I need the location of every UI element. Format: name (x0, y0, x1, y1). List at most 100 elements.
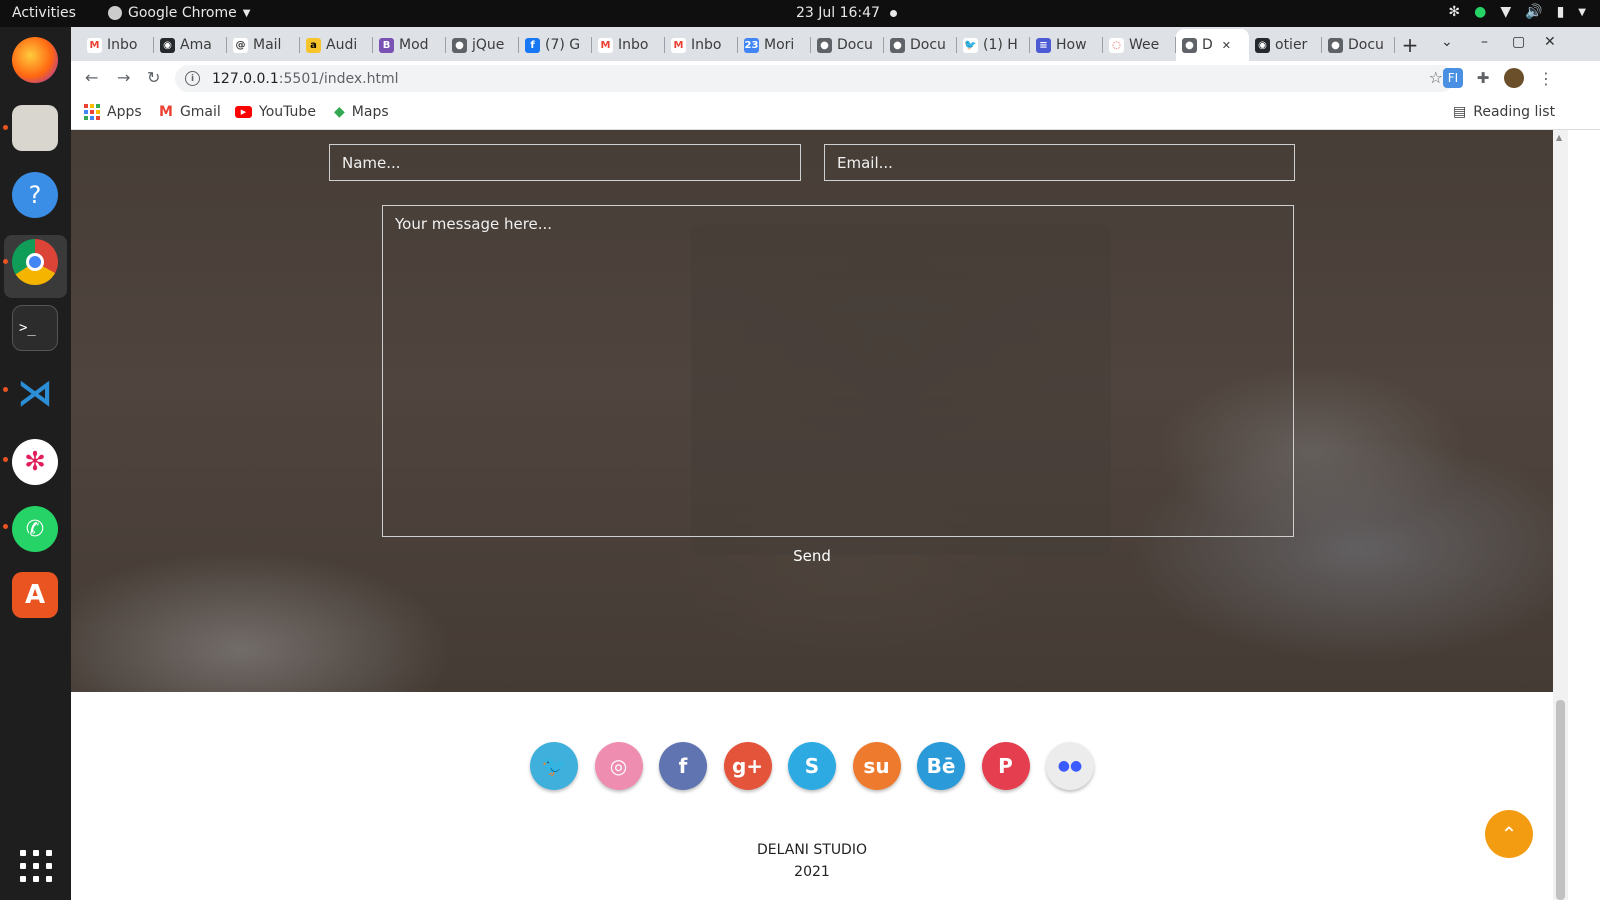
tab-label: Mail (253, 37, 282, 53)
bookmark-youtube[interactable]: ▶ YouTube (235, 104, 316, 120)
globe-icon: ● (1182, 37, 1197, 53)
scroll-to-top-button[interactable]: ⌃ (1485, 810, 1533, 858)
running-indicator (3, 524, 8, 529)
tab-label: otier (1275, 37, 1308, 53)
browser-tab[interactable]: ● jQue (446, 29, 519, 61)
chrome-icon[interactable] (12, 239, 58, 285)
pinterest-icon[interactable]: P (981, 742, 1030, 790)
twitter-icon[interactable]: 🐦 (530, 742, 578, 790)
show-applications-icon[interactable] (20, 850, 52, 882)
back-arrow-icon[interactable]: ← (85, 68, 98, 87)
skype-icon[interactable]: S (788, 742, 836, 790)
tab-strip: M Inbo ◉ Ama @ Mail a Audi B Mod ● jQue f (7) G M Inbo M… (71, 27, 1600, 61)
name-input[interactable] (329, 144, 801, 181)
browser-tab[interactable]: @ Mail (227, 29, 300, 61)
gmail-icon: M (159, 104, 173, 120)
profile-avatar[interactable] (1504, 68, 1524, 88)
power-menu-icon[interactable]: ▼ (1578, 7, 1586, 18)
system-tray[interactable]: ✻ ● ▼ 🔊 ▮ ▼ (1448, 4, 1586, 20)
browser-tab[interactable]: 23 Mori (738, 29, 811, 61)
facebook-icon[interactable]: f (659, 742, 707, 790)
extensions-puzzle-icon[interactable]: ✚ (1473, 68, 1493, 88)
reload-icon[interactable]: ↻ (147, 68, 160, 87)
reading-list-button[interactable]: ▤ Reading list (1453, 104, 1555, 120)
bookmark-apps[interactable]: Apps (84, 104, 142, 120)
close-tab-icon[interactable]: ✕ (1222, 39, 1231, 52)
browser-tab[interactable]: ◉ Ama (154, 29, 227, 61)
scroll-up-arrow-icon[interactable]: ▲ (1556, 133, 1562, 142)
tab-label: Docu (1348, 37, 1384, 53)
software-center-icon[interactable]: A (12, 572, 58, 618)
bookmark-maps[interactable]: ◆ Maps (334, 104, 389, 120)
wifi-icon[interactable]: ▼ (1500, 4, 1511, 20)
app-menu-button[interactable]: Google Chrome ▼ (108, 5, 250, 21)
firefox-icon[interactable] (12, 37, 58, 83)
site-info-icon[interactable]: i (185, 71, 200, 86)
forward-arrow-icon[interactable]: → (117, 68, 130, 87)
volume-icon[interactable]: 🔊 (1525, 4, 1542, 20)
clock[interactable]: 23 Jul 16:47 (796, 5, 880, 21)
behance-icon[interactable]: Bē (917, 742, 965, 790)
browser-tab[interactable]: B Mod (373, 29, 446, 61)
new-tab-button[interactable]: + (1395, 29, 1425, 61)
whatsapp-tray-icon[interactable]: ● (1474, 4, 1486, 20)
browser-tab[interactable]: ● Docu (884, 29, 957, 61)
tab-label: Audi (326, 37, 358, 53)
browser-tab[interactable]: ◉ otier (1249, 29, 1322, 61)
studio-name: DELANI STUDIO (757, 842, 867, 858)
terminal-icon[interactable]: >_ (12, 305, 58, 351)
tab-label: Docu (910, 37, 946, 53)
close-window-button[interactable]: ✕ (1544, 34, 1556, 50)
app-name-label: Google Chrome (128, 5, 237, 21)
files-icon[interactable] (12, 105, 58, 151)
browser-tab[interactable]: M Inbo (81, 29, 154, 61)
vscode-icon[interactable]: ⋊ (12, 370, 58, 416)
email-input[interactable] (824, 144, 1295, 181)
browser-tab[interactable]: a Audi (300, 29, 373, 61)
send-button[interactable]: Send (783, 544, 841, 568)
browser-tab[interactable]: ≡ How (1030, 29, 1103, 61)
bookmark-gmail[interactable]: M Gmail (159, 104, 221, 120)
tab-label: Inbo (691, 37, 722, 53)
slack-icon[interactable]: ✻ (12, 439, 58, 485)
browser-tab[interactable]: 🐦 (1) H (957, 29, 1030, 61)
contact-section: Send (71, 130, 1553, 692)
stumbleupon-icon[interactable]: su (852, 742, 901, 790)
dribbble-icon[interactable]: ◎ (594, 742, 643, 790)
browser-tab[interactable]: M Inbo (665, 29, 738, 61)
flickr-icon[interactable]: ●● (1046, 742, 1094, 790)
slack-tray-icon[interactable]: ✻ (1448, 4, 1460, 20)
tab-label: Mori (764, 37, 795, 53)
restore-button[interactable]: ▢ (1512, 34, 1525, 50)
message-textarea[interactable] (382, 205, 1294, 537)
activities-button[interactable]: Activities (12, 5, 76, 21)
chevron-up-icon: ⌃ (1500, 822, 1518, 846)
whatsapp-icon[interactable]: ✆ (12, 506, 58, 552)
web-page: Send 🐦◎fg+SsuBēP●● DELANI STUDIO 2021 ⌃ … (71, 130, 1600, 900)
browser-tab[interactable]: ● Docu (1322, 29, 1395, 61)
twitter-icon: 🐦 (963, 37, 978, 53)
address-bar[interactable]: i 127.0.0.1:5501/index.html ☆ (175, 65, 1455, 92)
battery-icon[interactable]: ▮ (1557, 4, 1565, 20)
gmail-icon: M (87, 37, 102, 53)
browser-tab[interactable]: ● Docu (811, 29, 884, 61)
tab-label: Mod (399, 37, 429, 53)
tab-search-icon[interactable]: ⌄ (1441, 34, 1453, 50)
extension-fi-icon[interactable]: FI (1443, 68, 1463, 88)
minimize-button[interactable]: – (1481, 34, 1488, 50)
chrome-menu-icon[interactable]: ⋮ (1536, 68, 1556, 88)
tab-label: (7) G (545, 37, 581, 53)
google-plus-icon[interactable]: g+ (723, 742, 772, 790)
url-host: 127.0.0.1 (212, 70, 279, 87)
maps-icon: ◆ (334, 104, 345, 120)
browser-tab[interactable]: f (7) G (519, 29, 592, 61)
help-icon[interactable]: ? (12, 172, 58, 218)
browser-tab[interactable]: ◌ Wee (1103, 29, 1176, 61)
browser-tab[interactable]: ● D ✕ (1176, 29, 1249, 61)
browser-tab[interactable]: M Inbo (592, 29, 665, 61)
page-scrollbar[interactable]: ▲ (1553, 130, 1568, 900)
tab-label: Wee (1129, 37, 1160, 53)
scrollbar-thumb[interactable] (1556, 700, 1565, 900)
caret-down-icon: ▼ (242, 7, 251, 19)
bookmark-star-icon[interactable]: ☆ (1429, 68, 1443, 87)
